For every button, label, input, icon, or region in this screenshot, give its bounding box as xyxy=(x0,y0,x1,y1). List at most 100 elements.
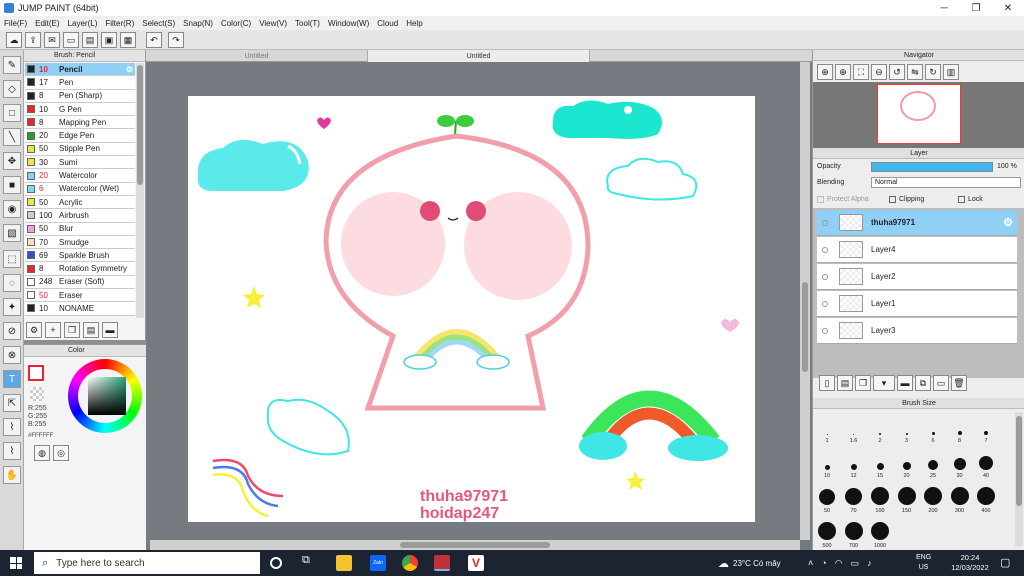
brush-size-option[interactable]: 200 xyxy=(921,480,945,514)
brush-item[interactable]: 10 NONAME xyxy=(25,302,135,316)
save-icon[interactable]: ▣ xyxy=(101,32,117,48)
brush-size-option[interactable]: 40 xyxy=(974,445,998,479)
weather-text[interactable]: 23°C Có mây xyxy=(733,559,781,568)
menu-snap[interactable]: Snap(N) xyxy=(183,19,213,28)
layer-row-layer1[interactable]: Layer1 xyxy=(817,291,1017,317)
gear-icon[interactable]: ⚙ xyxy=(126,65,133,74)
upload-icon[interactable]: ⇪ xyxy=(25,32,41,48)
new-layer-icon[interactable]: ▯ xyxy=(819,375,835,391)
brush-size-option[interactable]: 1.6 xyxy=(842,410,866,444)
visibility-icon[interactable] xyxy=(822,301,828,307)
brush-item[interactable]: 100 Airbrush xyxy=(25,209,135,223)
menu-cloud[interactable]: Cloud xyxy=(377,19,398,28)
eraser-tool-icon[interactable]: ◇ xyxy=(3,80,21,98)
taskbar-search-box[interactable]: ⌕ Type here to search xyxy=(34,552,260,574)
layer-menu-icon[interactable]: ▾ xyxy=(873,375,895,391)
vietkey-icon[interactable]: V xyxy=(468,555,484,571)
brush-size-option[interactable]: 1000 xyxy=(868,515,892,549)
rect-select-icon[interactable]: □ xyxy=(3,104,21,122)
task-view-icon[interactable]: ⧉ xyxy=(302,554,318,570)
cortana-icon[interactable] xyxy=(270,557,282,569)
layer-row-layer4[interactable]: Layer4 xyxy=(817,237,1017,263)
main-color-swatch[interactable] xyxy=(28,365,44,381)
menu-tool[interactable]: Tool(T) xyxy=(295,19,320,28)
palette-settings-icon[interactable]: ◎ xyxy=(53,445,69,461)
fit-icon[interactable]: ⛶ xyxy=(853,64,869,80)
brush-import-icon[interactable]: ▤ xyxy=(83,322,99,338)
brush-item[interactable]: 10 Pencil ⚙ xyxy=(25,63,135,77)
menu-layer[interactable]: Layer(L) xyxy=(68,19,98,28)
grid-icon[interactable]: ▦ xyxy=(120,32,136,48)
maximize-button[interactable]: ❐ xyxy=(960,0,992,16)
menu-color[interactable]: Color(C) xyxy=(221,19,251,28)
zalo-icon[interactable]: Zalo xyxy=(370,555,386,571)
menu-file[interactable]: File(F) xyxy=(4,19,27,28)
opacity-slider[interactable] xyxy=(871,162,993,172)
duplicate-layer-icon[interactable]: ❐ xyxy=(855,375,871,391)
brush-size-option[interactable]: 70 xyxy=(842,480,866,514)
tab-untitled-2[interactable]: Untitled xyxy=(368,50,590,62)
navigator-preview[interactable] xyxy=(813,82,1024,148)
zoom-out-icon[interactable]: ⊖ xyxy=(871,64,887,80)
magic-wand-icon[interactable]: ✦ xyxy=(3,298,21,316)
brush-folder-icon[interactable]: ▬ xyxy=(102,322,118,338)
brush-item[interactable]: 69 Sparkle Brush xyxy=(25,249,135,263)
bucket-tool-icon[interactable]: ◉ xyxy=(3,200,21,218)
brush-item[interactable]: 20 Edge Pen xyxy=(25,129,135,143)
line-tool-icon[interactable]: ╲ xyxy=(3,128,21,146)
protect-alpha-checkbox[interactable] xyxy=(817,196,824,203)
file-explorer-icon[interactable] xyxy=(336,555,352,571)
brush-size-option[interactable]: 150 xyxy=(895,480,919,514)
operation-tool-icon[interactable]: ⇱ xyxy=(3,394,21,412)
canvas-vertical-scrollbar[interactable] xyxy=(800,62,810,540)
brush-size-option[interactable]: 2 xyxy=(868,410,892,444)
hue-wheel[interactable] xyxy=(68,359,142,433)
menu-window[interactable]: Window(W) xyxy=(328,19,369,28)
menu-edit[interactable]: Edit(E) xyxy=(35,19,59,28)
brush-size-option[interactable]: 8 xyxy=(948,410,972,444)
windows-start-icon[interactable] xyxy=(10,557,22,569)
gradient-tool-icon[interactable]: ▧ xyxy=(3,224,21,242)
language-indicator[interactable]: ENG US xyxy=(916,553,931,573)
notification-icon[interactable]: ▢ xyxy=(1000,556,1010,569)
jump-paint-icon[interactable] xyxy=(434,555,450,571)
fill-rect-icon[interactable]: ■ xyxy=(3,176,21,194)
drawing-canvas[interactable]: thuha97971 hoidap247 xyxy=(188,96,755,522)
select-pen-icon[interactable]: ⊘ xyxy=(3,322,21,340)
blending-select[interactable]: Normal xyxy=(871,177,1021,188)
menu-select[interactable]: Select(S) xyxy=(142,19,175,28)
rotate-right-icon[interactable]: ↻ xyxy=(925,64,941,80)
brush-size-option[interactable]: 30 xyxy=(948,445,972,479)
clock[interactable]: 20:24 12/03/2022 xyxy=(948,553,992,573)
brush-size-option[interactable]: 700 xyxy=(842,515,866,549)
lasso-icon[interactable]: ◌ xyxy=(3,274,21,292)
brush-size-option[interactable]: 1 xyxy=(815,410,839,444)
brush-item[interactable]: 17 Pen xyxy=(25,76,135,90)
text-tool-icon[interactable]: T xyxy=(3,370,21,388)
saturation-square[interactable] xyxy=(88,377,126,415)
brush-item[interactable]: 50 Eraser xyxy=(25,289,135,303)
lock-checkbox[interactable] xyxy=(958,196,965,203)
visibility-icon[interactable] xyxy=(822,328,828,334)
redo-icon[interactable]: ↷ xyxy=(168,32,184,48)
brush-item[interactable]: 8 Rotation Symmetry xyxy=(25,262,135,276)
brush-size-option[interactable]: 7 xyxy=(974,410,998,444)
clipping-checkbox[interactable] xyxy=(889,196,896,203)
brush-item[interactable]: 8 Mapping Pen xyxy=(25,116,135,130)
eyedropper2-icon[interactable]: ⌇ xyxy=(3,442,21,460)
brush-tool-icon[interactable]: ✎ xyxy=(3,56,21,74)
brush-item[interactable]: 50 Stipple Pen xyxy=(25,142,135,157)
move-tool-icon[interactable]: ✥ xyxy=(3,152,21,170)
new-layer2-icon[interactable]: ▤ xyxy=(837,375,853,391)
menu-help[interactable]: Help xyxy=(406,19,422,28)
reset-icon[interactable]: ▥ xyxy=(943,64,959,80)
tab-untitled-1[interactable]: Untitled xyxy=(146,50,368,62)
visibility-icon[interactable] xyxy=(822,274,828,280)
minimize-button[interactable]: ─ xyxy=(928,0,960,16)
gear-icon[interactable]: ⚙ xyxy=(1003,216,1013,229)
layer-row-thuha97971[interactable]: thuha97971 ⚙ xyxy=(817,210,1017,236)
network-icon[interactable]: ◔ xyxy=(821,558,826,568)
transparent-swatch[interactable] xyxy=(30,387,44,401)
brush-item[interactable]: 50 Blur xyxy=(25,222,135,236)
zoom-in2-icon[interactable]: ⊕ xyxy=(835,64,851,80)
